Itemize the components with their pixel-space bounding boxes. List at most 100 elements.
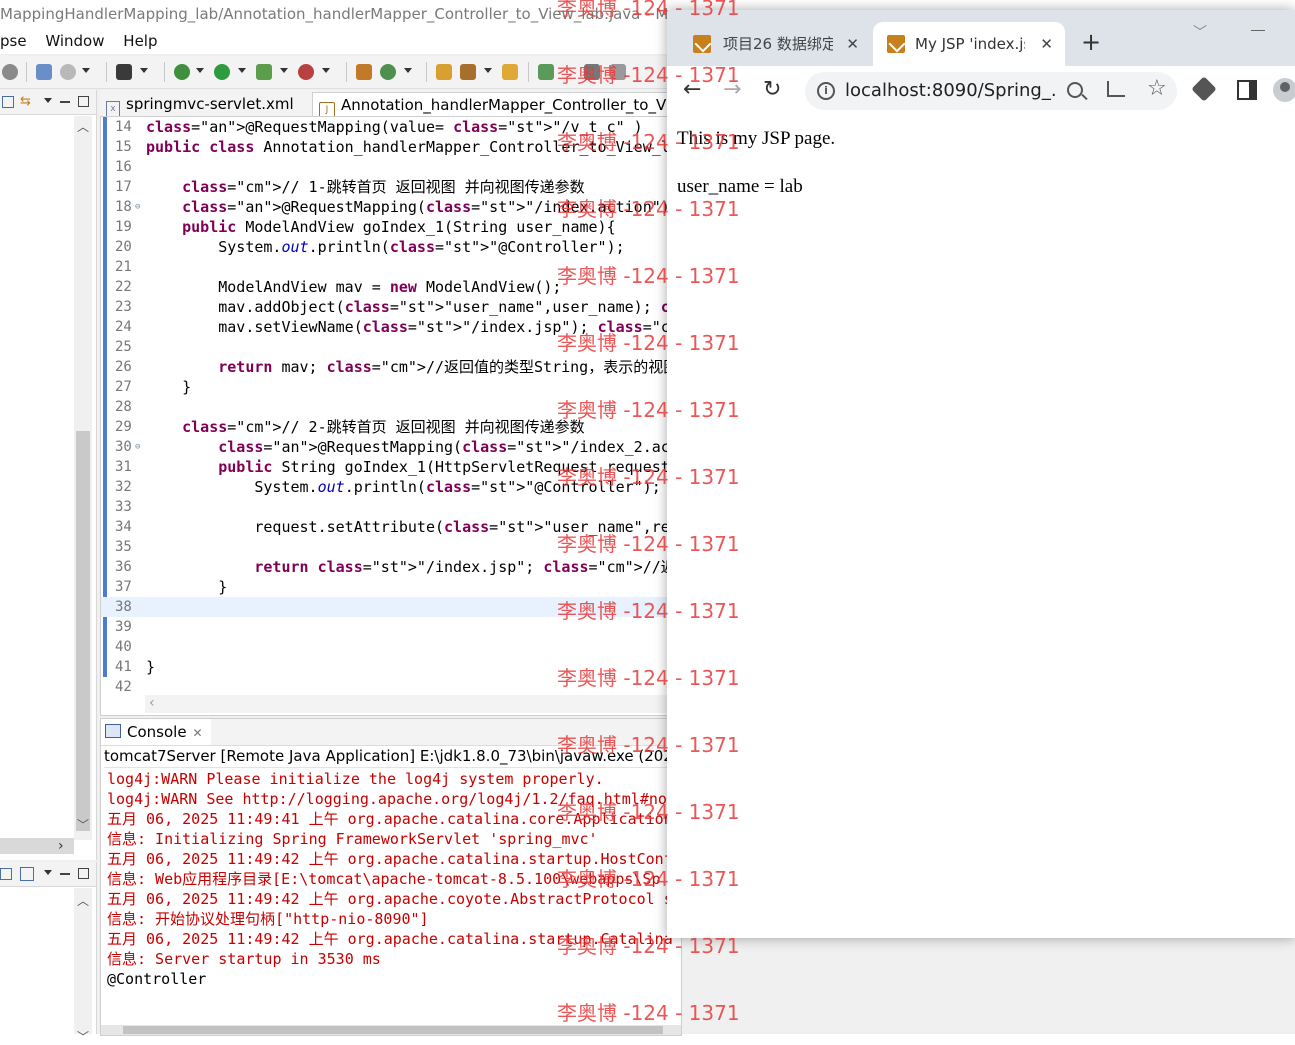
outline-menu-icon[interactable] [44,870,52,875]
code-line[interactable]: 21 [101,257,681,277]
code-line[interactable]: 16 [101,157,681,177]
outline-maximize-icon[interactable] [78,868,89,879]
minimize-icon[interactable] [60,101,70,103]
zoom-icon[interactable] [1067,82,1083,98]
code-line[interactable]: 32 System.out.println(class="st">"@Contr… [101,477,681,497]
code-line[interactable]: 20 System.out.println(class="st">"@Contr… [101,237,681,257]
code-line[interactable]: 31 public String goIndex_1(HttpServletRe… [101,457,681,477]
code-line[interactable]: 41} [101,657,681,677]
debug-dropdown-icon[interactable] [196,68,204,73]
code-line[interactable]: 36 return class="st">"/index.jsp"; class… [101,557,681,577]
debug-icon[interactable] [174,64,190,80]
bookmark-star-icon[interactable]: ☆ [1147,76,1167,101]
code-line[interactable]: 24 mav.setViewName(class="st">"/index.js… [101,317,681,337]
code-line[interactable]: 42 [101,677,681,697]
scroll-down-icon[interactable]: ﹀ [77,816,89,833]
outline-minimize-icon[interactable] [60,873,70,875]
profile-avatar-icon[interactable] [1273,78,1295,102]
code-line[interactable]: 15 public class Annotation_handlerMapper_… [101,137,681,157]
next-annotation-icon[interactable] [584,64,600,80]
code-line[interactable]: 37 } [101,577,681,597]
fold-toggle-icon[interactable]: ⊖ [135,197,140,217]
site-info-icon[interactable]: i [817,82,835,100]
forward-icon[interactable]: → [723,78,741,102]
code-line[interactable]: 28 [101,397,681,417]
menu-item-window[interactable]: Window [45,28,104,54]
share-icon[interactable] [1107,81,1125,97]
prev-annotation-icon[interactable] [610,64,626,80]
build-icon[interactable] [60,64,76,80]
new-wizard-icon[interactable] [36,64,52,80]
outline-scroll-down-icon[interactable]: ﹀ [77,1028,89,1045]
view-menu-icon[interactable] [44,98,52,103]
console-hscroll-thumb[interactable] [123,1026,663,1034]
code-line[interactable]: 22 ModelAndView mav = new ModelAndView()… [101,277,681,297]
search-tool-icon[interactable] [460,64,476,80]
terminal-icon[interactable] [116,64,132,80]
package-explorer-scrollbar[interactable]: ︿ ﹀ [74,116,92,840]
menu-item-help[interactable]: Help [123,28,157,54]
fold-toggle-icon[interactable]: ⊖ [135,437,140,457]
external-tools-icon[interactable] [298,64,314,80]
back-icon[interactable]: ← [683,78,701,102]
code-editor[interactable]: 14 class="an">@RequestMapping(value= clas… [100,116,682,716]
new-class-icon[interactable] [380,64,396,80]
open-folder-icon[interactable] [502,64,518,80]
code-line[interactable]: 27 } [101,377,681,397]
close-tab-icon[interactable]: ✕ [846,22,859,66]
scrollbar-thumb[interactable] [76,431,90,831]
extensions-icon[interactable] [1191,76,1217,102]
coverage-dropdown-icon[interactable] [280,68,288,73]
window-minimize-icon[interactable] [1251,30,1265,31]
code-line[interactable]: 26 return mav; class="cm">//返回值的类型String… [101,357,681,377]
new-java-project-icon[interactable] [356,64,372,80]
browser-tab-project26[interactable]: 项目26 数据绑定 ✕ [681,22,871,66]
scroll-right-icon[interactable]: › [58,838,64,854]
outline-scrollbar[interactable]: ︿ ﹀ [74,888,92,1044]
tab-springmvc-servlet-xml[interactable]: x springmvc-servlet.xml [106,92,306,116]
code-line[interactable]: 35 [101,537,681,557]
code-line[interactable]: 23 mav.addObject(class="st">"user_name",… [101,297,681,317]
code-line[interactable]: 19 public ModelAndView goIndex_1(String … [101,217,681,237]
menu-item-pse[interactable]: pse [0,28,27,54]
editor-hscroll[interactable]: ‹ [145,695,681,713]
run-icon[interactable] [214,64,230,80]
close-tab-icon[interactable]: ✕ [1040,22,1053,66]
reload-icon[interactable]: ↻ [763,78,781,102]
console-close-icon[interactable]: ✕ [193,720,203,746]
open-type-icon[interactable] [436,64,452,80]
scroll-up-icon[interactable]: ︿ [77,118,89,135]
collapse-all-icon[interactable] [2,96,14,108]
code-line[interactable]: 39 [101,617,681,637]
code-line[interactable]: 38 [101,597,681,617]
address-bar[interactable]: i localhost:8090/Spring_... ☆ [805,72,1177,110]
run-dropdown-icon[interactable] [238,68,246,73]
browser-tab-my-jsp[interactable]: My JSP 'index.js ✕ [873,22,1065,66]
coverage-icon[interactable] [256,64,272,80]
external-tools-dropdown-icon[interactable] [322,68,330,73]
new-class-dropdown-icon[interactable] [404,68,412,73]
code-line[interactable]: 18 class="an">@RequestMapping(class="st"… [101,197,681,217]
tab-console[interactable]: Console ✕ [101,719,211,745]
tab-annotation-handler-java[interactable]: J Annotation_handlerMapper_Controller_to_… [312,92,684,117]
code-line[interactable]: 17 class="cm">// 1-跳转首页 返回视图 并向视图传递参数 [101,177,681,197]
build-dropdown-icon[interactable] [82,68,90,73]
code-line[interactable]: 14 class="an">@RequestMapping(value= clas… [101,117,681,137]
code-line[interactable]: 34 request.setAttribute(class="st">"user… [101,517,681,537]
new-tab-button[interactable]: + [1081,24,1101,60]
code-line[interactable]: 33 [101,497,681,517]
code-line[interactable]: 25 [101,337,681,357]
code-line[interactable]: 29 class="cm">// 2-跳转首页 返回视图 并向视图传递参数 [101,417,681,437]
url-text[interactable]: localhost:8090/Spring_... [845,72,1055,110]
outline-icon[interactable] [0,868,12,880]
outline-scroll-up-icon[interactable]: ︿ [77,892,89,909]
annotation-icon[interactable] [538,64,554,80]
side-panel-icon[interactable] [1237,80,1257,100]
tab-search-icon[interactable]: ﹀ [1193,22,1207,42]
terminal-dropdown-icon[interactable] [140,68,148,73]
link-editor-icon[interactable]: ⇆ [20,94,31,109]
code-line[interactable]: 30 class="an">@RequestMapping(class="st"… [101,437,681,457]
search-dropdown-icon[interactable] [484,68,492,73]
sort-icon[interactable] [20,867,34,881]
code-line[interactable]: 40 [101,637,681,657]
